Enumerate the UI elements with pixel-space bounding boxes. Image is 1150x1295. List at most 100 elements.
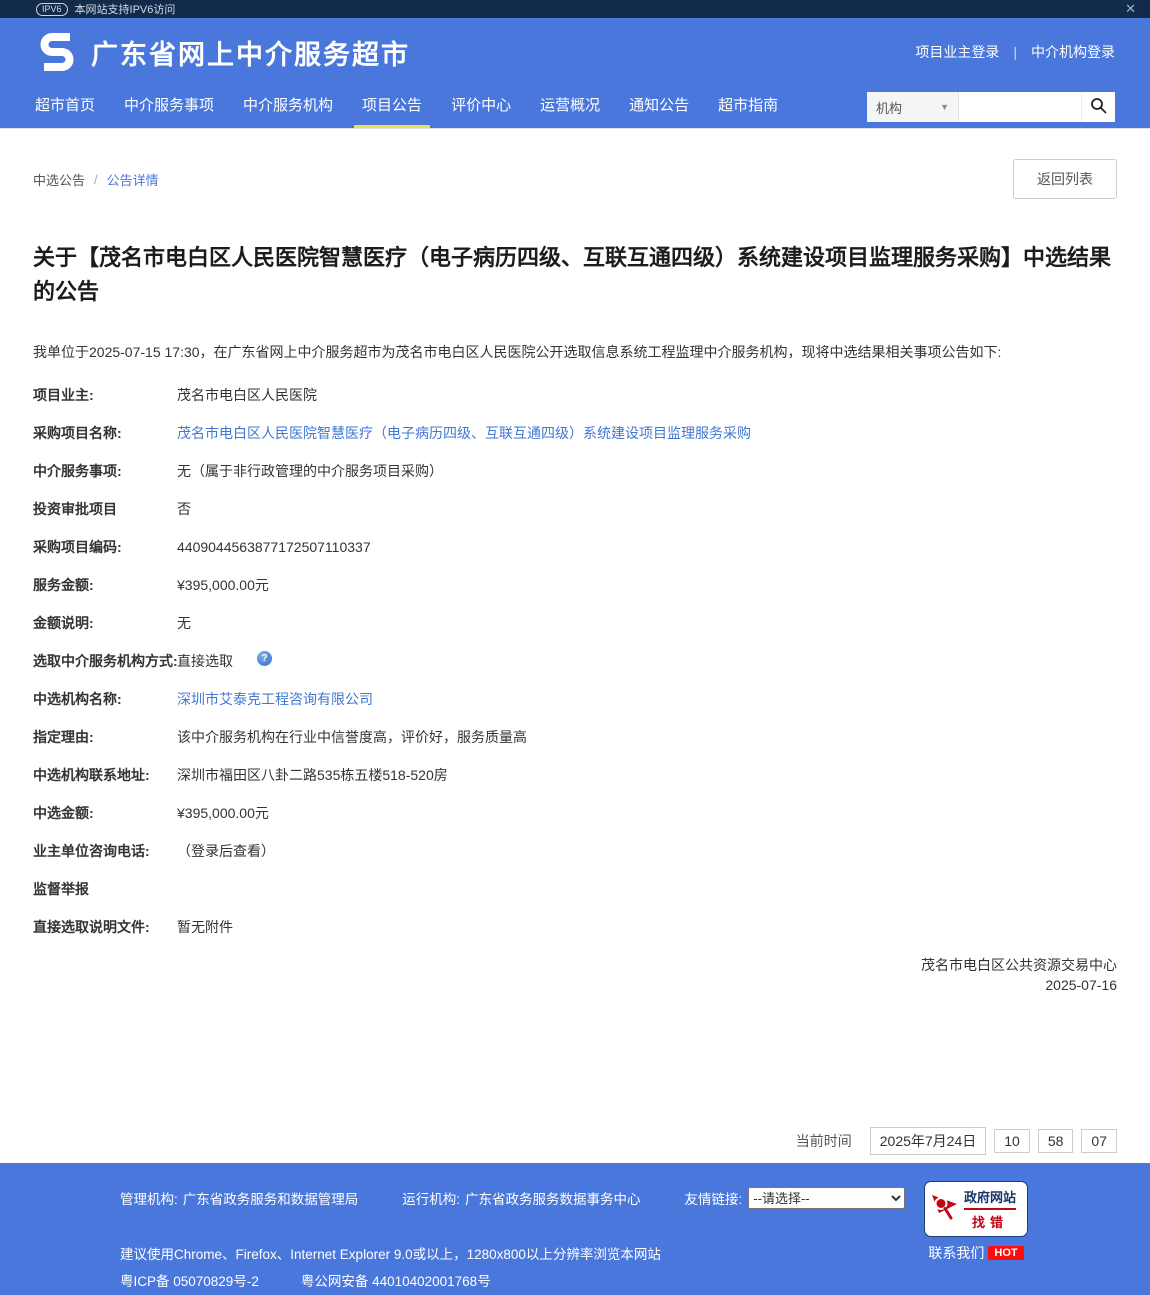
gov-site-error-badge[interactable]: 政府网站 找错 [924, 1181, 1028, 1237]
error-badge-text: 政府网站 找错 [964, 1187, 1016, 1231]
field-label: 选取中介服务机构方式: [33, 651, 177, 672]
breadcrumb: 中选公告 / 公告详情 [33, 170, 159, 189]
icp-number[interactable]: 粤ICP备 05070829号-2 [120, 1270, 259, 1290]
field-row-selected-agency: 中选机构名称: 深圳市艾泰克工程咨询有限公司 [33, 689, 1117, 710]
current-time-label: 当前时间 [796, 1131, 852, 1151]
ipv6-message: 本网站支持IPV6访问 [75, 1, 176, 17]
field-label: 中选机构联系地址: [33, 765, 177, 786]
project-owner-login-link[interactable]: 项目业主登录 [915, 42, 999, 62]
current-minute-box: 58 [1038, 1129, 1074, 1153]
field-value: 深圳市福田区八卦二路535栋五楼518-520房 [177, 765, 448, 786]
current-hour-box: 10 [994, 1129, 1030, 1153]
login-divider: | [1013, 44, 1017, 60]
field-label: 采购项目编码: [33, 537, 177, 558]
nav-item-home[interactable]: 超市首页 [35, 86, 95, 128]
admin-org-label: 管理机构: [120, 1188, 178, 1208]
field-row-project-owner: 项目业主: 茂名市电白区人民医院 [33, 385, 1117, 406]
field-label: 中选金额: [33, 803, 177, 824]
nav-item-guide[interactable]: 超市指南 [718, 86, 778, 128]
project-name-link[interactable]: 茂名市电白区人民医院智慧医疗（电子病历四级、互联互通四级）系统建设项目监理服务采… [177, 423, 751, 444]
breadcrumb-parent[interactable]: 中选公告 [33, 170, 85, 189]
field-value: ¥395,000.00元 [177, 575, 269, 596]
help-icon[interactable]: ? [257, 651, 272, 666]
field-label: 项目业主: [33, 385, 177, 406]
field-row-service-amount: 服务金额: ¥395,000.00元 [33, 575, 1117, 596]
ipv6-badge: IPV6 [36, 3, 68, 16]
field-row-project-name: 采购项目名称: 茂名市电白区人民医院智慧医疗（电子病历四级、互联互通四级）系统建… [33, 423, 1117, 444]
friend-links-label: 友情链接: [685, 1188, 743, 1208]
nav-item-agencies[interactable]: 中介服务机构 [243, 86, 333, 128]
header-search: 机构 ▼ [867, 92, 1115, 122]
announcement-page: 中选公告 / 公告详情 返回列表 关于【茂名市电白区人民医院智慧医疗（电子病历四… [0, 159, 1150, 995]
field-value: 茂名市电白区人民医院 [177, 385, 317, 406]
field-row-selection-method: 选取中介服务机构方式: 直接选取 ? [33, 651, 1117, 672]
field-row-service-item: 中介服务事项: 无（属于非行政管理的中介服务项目采购） [33, 461, 1117, 482]
field-row-owner-phone: 业主单位咨询电话: （登录后查看） [33, 841, 1117, 862]
security-record-number[interactable]: 粤公网安备 44010402001768号 [301, 1270, 491, 1290]
search-category-select[interactable]: 机构 ▼ [867, 92, 959, 122]
field-value: ¥395,000.00元 [177, 803, 269, 824]
operator-org-value: 广东省政务服务数据事务中心 [465, 1188, 641, 1208]
contact-us-link[interactable]: 联系我们 [928, 1243, 984, 1263]
field-value: 否 [177, 499, 191, 520]
field-row-supervision-report: 监督举报 [33, 879, 1117, 900]
site-logo[interactable]: 广东省网上中介服务超市 [35, 28, 410, 77]
search-button[interactable] [1081, 92, 1115, 122]
current-time-bar: 当前时间 2025年7月24日 10 58 07 [0, 1127, 1150, 1155]
search-input[interactable] [959, 92, 1081, 122]
field-value: 暂无附件 [177, 917, 233, 938]
agency-login-link[interactable]: 中介机构登录 [1031, 42, 1115, 62]
field-value: 该中介服务机构在行业中信誉度高，评价好，服务质量高 [177, 727, 527, 748]
gov-site-error-widget: 政府网站 找错 联系我们 HOT [924, 1181, 1028, 1263]
operator-org-label: 运行机构: [402, 1188, 460, 1208]
field-row-project-code: 采购项目编码: 4409044563877172507110337 [33, 537, 1117, 558]
site-header: 广东省网上中介服务超市 项目业主登录 | 中介机构登录 超市首页 中介服务事项 … [0, 18, 1150, 129]
nav-item-evaluation-center[interactable]: 评价中心 [451, 86, 511, 128]
error-badge-line2: 找错 [972, 1212, 1008, 1231]
field-row-designation-reason: 指定理由: 该中介服务机构在行业中信誉度高，评价好，服务质量高 [33, 727, 1117, 748]
selected-agency-link[interactable]: 深圳市艾泰克工程咨询有限公司 [177, 689, 373, 710]
nav-item-project-announcements[interactable]: 项目公告 [362, 86, 422, 128]
field-value: 无 [177, 613, 191, 634]
field-label: 指定理由: [33, 727, 177, 748]
field-label: 金额说明: [33, 613, 177, 634]
close-icon[interactable]: ✕ [1125, 1, 1136, 17]
friend-links: 友情链接: --请选择-- [685, 1187, 906, 1209]
field-label: 中选机构名称: [33, 689, 177, 710]
error-flag-icon [930, 1192, 960, 1227]
field-label: 监督举报 [33, 879, 177, 900]
login-links: 项目业主登录 | 中介机构登录 [915, 42, 1115, 62]
current-second-box: 07 [1081, 1129, 1117, 1153]
admin-org: 管理机构: 广东省政务服务和数据管理局 [120, 1188, 358, 1208]
field-row-amount-note: 金额说明: 无 [33, 613, 1117, 634]
nav-item-operations-overview[interactable]: 运营概况 [540, 86, 600, 128]
nav-item-notices[interactable]: 通知公告 [629, 86, 689, 128]
announcement-intro: 我单位于2025-07-15 17:30，在广东省网上中介服务超市为茂名市电白区… [33, 342, 1117, 363]
field-row-selection-file: 直接选取说明文件: 暂无附件 [33, 917, 1117, 938]
breadcrumb-current[interactable]: 公告详情 [107, 170, 159, 189]
field-label: 中介服务事项: [33, 461, 177, 482]
friend-links-select[interactable]: --请选择-- [748, 1187, 905, 1209]
current-date-box: 2025年7月24日 [870, 1127, 987, 1155]
hot-badge: HOT [988, 1246, 1023, 1260]
nav-item-service-items[interactable]: 中介服务事项 [124, 86, 214, 128]
field-value: 无（属于非行政管理的中介服务项目采购） [177, 461, 443, 482]
site-footer: 管理机构: 广东省政务服务和数据管理局 运行机构: 广东省政务服务数据事务中心 … [0, 1163, 1150, 1295]
back-to-list-button[interactable]: 返回列表 [1013, 159, 1117, 199]
signature-block: 茂名市电白区公共资源交易中心 2025-07-16 [33, 955, 1117, 995]
signature-date: 2025-07-16 [33, 975, 1117, 995]
field-value: 4409044563877172507110337 [177, 537, 371, 558]
header-top: 广东省网上中介服务超市 项目业主登录 | 中介机构登录 [0, 18, 1150, 86]
field-row-selected-amount: 中选金额: ¥395,000.00元 [33, 803, 1117, 824]
breadcrumb-separator: / [94, 172, 98, 187]
field-label: 投资审批项目 [33, 499, 177, 520]
operator-org: 运行机构: 广东省政务服务数据事务中心 [402, 1188, 640, 1208]
field-label: 业主单位咨询电话: [33, 841, 177, 862]
field-label: 直接选取说明文件: [33, 917, 177, 938]
error-badge-line1: 政府网站 [964, 1187, 1016, 1210]
logo-s-icon [35, 28, 79, 77]
site-title: 广东省网上中介服务超市 [91, 33, 410, 72]
main-nav: 超市首页 中介服务事项 中介服务机构 项目公告 评价中心 运营概况 通知公告 超… [0, 86, 1150, 128]
field-row-investment-approval: 投资审批项目 否 [33, 499, 1117, 520]
admin-org-value: 广东省政务服务和数据管理局 [183, 1188, 359, 1208]
